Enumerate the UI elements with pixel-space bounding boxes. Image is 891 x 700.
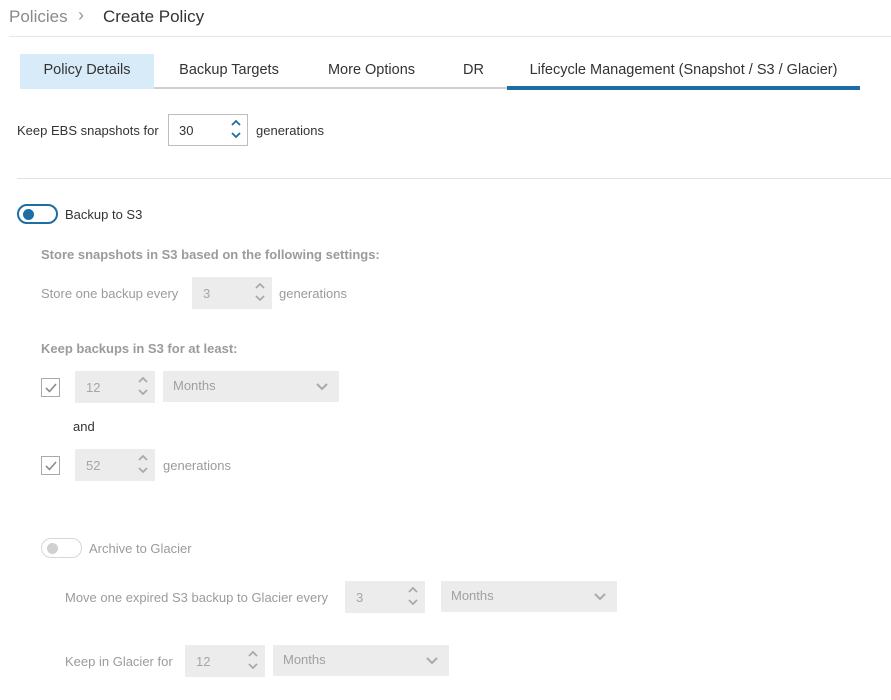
ebs-generations-stepper[interactable]: 30 xyxy=(168,114,248,146)
glacier-keep-unit-value: Months xyxy=(283,652,326,667)
keep-period-checkbox[interactable] xyxy=(41,378,60,397)
chevron-up-icon[interactable] xyxy=(138,376,148,386)
store-every-value: 3 xyxy=(203,286,211,301)
chevron-down-icon xyxy=(315,380,329,394)
keep-period-stepper[interactable]: 12 xyxy=(75,371,155,403)
backup-to-s3-label: Backup to S3 xyxy=(65,207,143,222)
check-icon xyxy=(45,383,57,393)
toggle-knob xyxy=(23,209,34,220)
glacier-keep-value: 12 xyxy=(196,654,211,669)
chevron-down-icon xyxy=(425,654,439,668)
chevron-down-icon[interactable] xyxy=(408,599,418,609)
tab-policy-details[interactable]: Policy Details xyxy=(20,54,154,89)
keep-generations-stepper[interactable]: 52 xyxy=(75,449,155,481)
page-title: Create Policy xyxy=(103,7,205,26)
glacier-move-label: Move one expired S3 backup to Glacier ev… xyxy=(65,590,329,605)
store-every-stepper[interactable]: 3 xyxy=(192,277,272,309)
chevron-up-icon[interactable] xyxy=(138,454,148,464)
keep-period-unit-value: Months xyxy=(173,378,216,393)
and-label: and xyxy=(73,419,95,434)
chevron-down-icon[interactable] xyxy=(248,663,258,673)
glacier-keep-unit-select[interactable]: Months xyxy=(273,645,449,676)
tab-dr[interactable]: DR xyxy=(450,54,497,89)
tab-more-options[interactable]: More Options xyxy=(312,54,431,89)
tab-bar: Policy Details Backup Targets More Optio… xyxy=(20,54,860,90)
store-every-label: Store one backup every xyxy=(41,286,179,301)
keep-generations-suffix: generations xyxy=(163,458,231,473)
chevron-down-icon[interactable] xyxy=(231,132,241,142)
store-every-suffix: generations xyxy=(279,286,347,301)
archive-to-glacier-label: Archive to Glacier xyxy=(89,541,192,556)
chevron-down-icon xyxy=(593,590,607,604)
archive-to-glacier-toggle[interactable] xyxy=(41,538,82,558)
chevron-right-icon: › xyxy=(78,5,84,25)
glacier-move-value: 3 xyxy=(356,590,364,605)
chevron-down-icon[interactable] xyxy=(138,467,148,477)
keep-period-unit-select[interactable]: Months xyxy=(163,371,339,402)
s3-settings-heading: Store snapshots in S3 based on the follo… xyxy=(41,247,380,262)
chevron-up-icon[interactable] xyxy=(408,586,418,596)
keep-generations-checkbox[interactable] xyxy=(41,456,60,475)
chevron-down-icon[interactable] xyxy=(255,295,265,305)
ebs-suffix-label: generations xyxy=(256,123,324,138)
section-divider xyxy=(17,178,891,179)
chevron-up-icon[interactable] xyxy=(255,282,265,292)
ebs-generations-value: 30 xyxy=(179,123,194,138)
glacier-keep-label: Keep in Glacier for xyxy=(65,654,173,669)
backup-to-s3-toggle[interactable] xyxy=(17,204,58,224)
header-divider xyxy=(9,36,891,37)
glacier-move-unit-select[interactable]: Months xyxy=(441,581,617,612)
glacier-move-stepper[interactable]: 3 xyxy=(345,581,425,613)
ebs-keep-label: Keep EBS snapshots for xyxy=(17,123,159,138)
tab-backup-targets[interactable]: Backup Targets xyxy=(165,54,293,89)
tab-lifecycle-management[interactable]: Lifecycle Management (Snapshot / S3 / Gl… xyxy=(507,54,860,90)
keep-period-value: 12 xyxy=(86,380,101,395)
glacier-move-unit-value: Months xyxy=(451,588,494,603)
chevron-up-icon[interactable] xyxy=(248,650,258,660)
chevron-up-icon[interactable] xyxy=(231,119,241,129)
check-icon xyxy=(45,461,57,471)
keep-generations-value: 52 xyxy=(86,458,101,473)
toggle-knob xyxy=(47,543,58,554)
glacier-keep-stepper[interactable]: 12 xyxy=(185,645,265,677)
breadcrumb-policies[interactable]: Policies xyxy=(9,7,68,27)
keep-in-s3-heading: Keep backups in S3 for at least: xyxy=(41,341,238,356)
chevron-down-icon[interactable] xyxy=(138,389,148,399)
